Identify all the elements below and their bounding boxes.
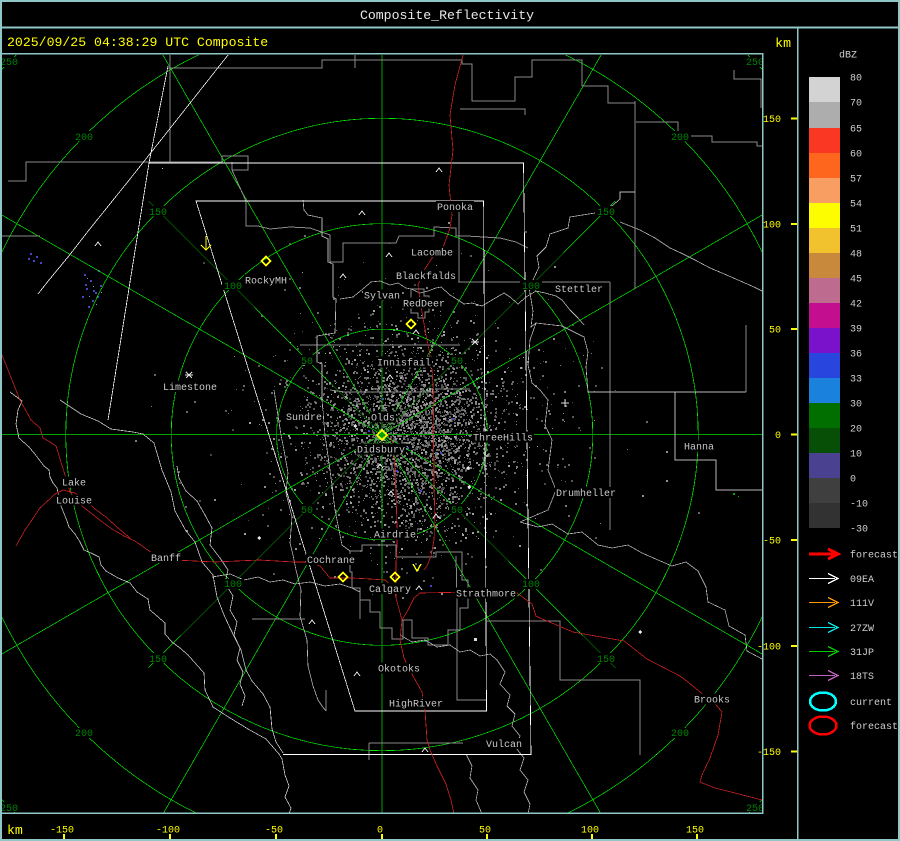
svg-text:60: 60 bbox=[850, 150, 862, 161]
svg-text:-150: -150 bbox=[757, 748, 781, 759]
svg-text:ThreeHills: ThreeHills bbox=[473, 433, 533, 445]
svg-text:forecast: forecast bbox=[850, 721, 898, 733]
svg-text:50: 50 bbox=[301, 357, 313, 368]
svg-text:50: 50 bbox=[451, 506, 463, 517]
svg-text:39: 39 bbox=[850, 325, 862, 336]
svg-text:Calgary: Calgary bbox=[369, 584, 411, 596]
svg-text:-150: -150 bbox=[50, 826, 74, 837]
svg-text:09EA: 09EA bbox=[850, 575, 874, 586]
svg-text:Olds: Olds bbox=[371, 413, 395, 425]
svg-text:250: 250 bbox=[746, 58, 764, 69]
svg-text:150: 150 bbox=[686, 826, 704, 837]
svg-text:Composite_Reflectivity: Composite_Reflectivity bbox=[360, 8, 534, 23]
svg-text:HighRiver: HighRiver bbox=[389, 699, 443, 711]
svg-text:65: 65 bbox=[850, 125, 862, 136]
svg-text:Lacombe: Lacombe bbox=[411, 247, 453, 259]
svg-text:150: 150 bbox=[763, 115, 781, 126]
svg-text:250: 250 bbox=[0, 58, 18, 69]
svg-text:forecast: forecast bbox=[850, 550, 898, 562]
svg-text:100: 100 bbox=[522, 282, 540, 293]
svg-text:RockyMH: RockyMH bbox=[245, 276, 287, 288]
svg-text:50: 50 bbox=[769, 326, 781, 337]
svg-text:0: 0 bbox=[850, 475, 856, 486]
svg-text:-50: -50 bbox=[265, 826, 283, 837]
svg-text:Ponoka: Ponoka bbox=[437, 202, 473, 214]
svg-text:48: 48 bbox=[850, 250, 862, 261]
svg-text:Stettler: Stettler bbox=[555, 284, 603, 296]
svg-text:Sylvan: Sylvan bbox=[364, 291, 400, 303]
svg-text:111V: 111V bbox=[850, 599, 874, 610]
svg-text:50: 50 bbox=[479, 826, 491, 837]
svg-text:10: 10 bbox=[850, 450, 862, 461]
svg-text:50: 50 bbox=[451, 357, 463, 368]
svg-text:2025/09/25 04:38:29 UTC Compos: 2025/09/25 04:38:29 UTC Composite bbox=[7, 35, 268, 50]
svg-text:57: 57 bbox=[850, 175, 862, 186]
svg-text:-100: -100 bbox=[757, 643, 781, 654]
svg-text:80: 80 bbox=[850, 74, 862, 85]
svg-text:150: 150 bbox=[149, 655, 167, 666]
svg-text:150: 150 bbox=[597, 208, 615, 219]
svg-text:51: 51 bbox=[850, 225, 862, 236]
svg-text:200: 200 bbox=[671, 133, 689, 144]
svg-text:Brooks: Brooks bbox=[694, 695, 730, 707]
svg-text:-50: -50 bbox=[763, 537, 781, 548]
svg-text:Vulcan: Vulcan bbox=[486, 739, 522, 751]
svg-text:Strathmore: Strathmore bbox=[456, 589, 516, 601]
svg-text:Limestone: Limestone bbox=[163, 382, 217, 394]
svg-text:45: 45 bbox=[850, 275, 862, 286]
svg-text:Cochrane: Cochrane bbox=[307, 555, 355, 567]
svg-text:42: 42 bbox=[850, 300, 862, 311]
svg-text:100: 100 bbox=[763, 221, 781, 232]
svg-text:km: km bbox=[775, 36, 791, 51]
svg-text:27ZW: 27ZW bbox=[850, 624, 874, 635]
svg-text:Airdrie: Airdrie bbox=[374, 530, 416, 542]
svg-text:current: current bbox=[850, 698, 892, 709]
svg-text:50: 50 bbox=[301, 506, 313, 517]
svg-text:RedDeer: RedDeer bbox=[403, 299, 445, 311]
svg-text:36: 36 bbox=[850, 350, 862, 361]
svg-text:33: 33 bbox=[850, 375, 862, 386]
svg-text:150: 150 bbox=[597, 655, 615, 666]
svg-text:Louise: Louise bbox=[56, 496, 92, 508]
svg-text:Didsbury: Didsbury bbox=[357, 445, 405, 457]
svg-text:Blackfalds: Blackfalds bbox=[396, 271, 456, 283]
svg-text:200: 200 bbox=[671, 729, 689, 740]
svg-text:km: km bbox=[7, 823, 23, 838]
svg-text:Lake: Lake bbox=[62, 478, 86, 490]
svg-text:Innisfail: Innisfail bbox=[377, 358, 431, 370]
svg-text:0: 0 bbox=[775, 431, 781, 442]
svg-text:150: 150 bbox=[149, 208, 167, 219]
svg-text:31JP: 31JP bbox=[850, 648, 874, 659]
svg-text:70: 70 bbox=[850, 99, 862, 110]
svg-text:Banff: Banff bbox=[151, 553, 181, 565]
svg-text:100: 100 bbox=[224, 282, 242, 293]
svg-text:20: 20 bbox=[850, 425, 862, 436]
svg-text:Sundre: Sundre bbox=[286, 412, 322, 424]
svg-text:54: 54 bbox=[850, 200, 862, 211]
svg-text:-30: -30 bbox=[850, 525, 868, 536]
svg-text:100: 100 bbox=[522, 580, 540, 591]
svg-text:100: 100 bbox=[581, 826, 599, 837]
svg-text:100: 100 bbox=[224, 580, 242, 591]
svg-text:Drumheller: Drumheller bbox=[556, 488, 616, 500]
svg-text:-10: -10 bbox=[850, 500, 868, 511]
svg-text:Hanna: Hanna bbox=[684, 443, 714, 454]
svg-text:18TS: 18TS bbox=[850, 672, 874, 683]
svg-text:Okotoks: Okotoks bbox=[378, 664, 420, 676]
svg-text:-100: -100 bbox=[156, 826, 180, 837]
svg-text:30: 30 bbox=[850, 400, 862, 411]
svg-text:200: 200 bbox=[75, 133, 93, 144]
svg-text:dBZ: dBZ bbox=[839, 49, 857, 61]
svg-text:200: 200 bbox=[75, 729, 93, 740]
